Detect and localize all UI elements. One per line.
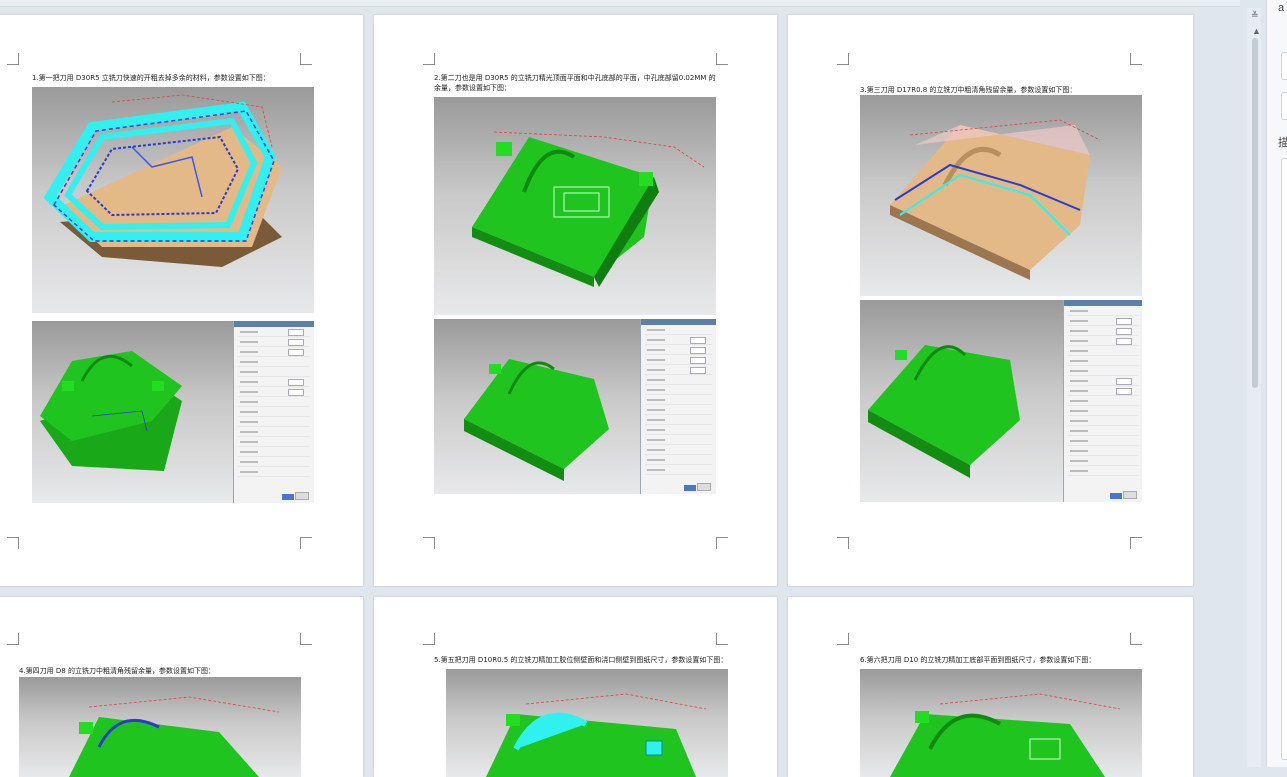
parameter-screenshot[interactable] (434, 319, 716, 494)
page-caption: 5.第五把刀用 D10R0.5 的立铣刀精加工胶位侧壁面和浇口侧壁到图纸尺寸，参… (434, 656, 728, 664)
crop-mark (300, 537, 312, 549)
crop-mark (7, 53, 19, 65)
crop-mark (423, 537, 435, 549)
right-panel-char: 描 (1278, 137, 1287, 149)
document-page-6: 6.第六把刀用 D10 的立铣刀精加工底部平面到图纸尺寸，参数设置如下图： (788, 597, 1193, 777)
finishing-toolpath-image (472, 131, 705, 287)
crop-mark (7, 537, 19, 549)
document-page-3: 3.第三刀用 D17R0.8 的立铣刀中粗清角残留余量，参数设置如下图： (788, 15, 1193, 586)
crop-mark (423, 53, 435, 65)
scrollbar-thumb[interactable] (1252, 38, 1258, 388)
cancel-button[interactable] (697, 483, 711, 491)
page-caption: 4.第四刀用 D8 的立铣刀中粗清角残留余量，参数设置如下图： (19, 667, 215, 675)
crop-mark (837, 53, 849, 65)
crop-mark (716, 53, 728, 65)
toolpath-screenshot[interactable] (860, 95, 1142, 296)
right-panel-input[interactable] (1281, 52, 1287, 80)
crop-mark (1130, 537, 1142, 549)
document-page-5: 5.第五把刀用 D10R0.5 的立铣刀精加工胶位侧壁面和浇口侧壁到图纸尺寸，参… (374, 597, 777, 777)
crop-mark (837, 633, 849, 645)
ok-button[interactable] (1110, 493, 1122, 499)
toolpath-screenshot[interactable] (446, 669, 728, 777)
crop-mark (716, 633, 728, 645)
green-part-image (464, 359, 609, 481)
roughing-toolpath-image (43, 94, 282, 267)
dialog-titlebar (234, 321, 314, 327)
green-part-image (868, 345, 1020, 478)
green-part-image (69, 696, 280, 777)
ok-button[interactable] (282, 494, 294, 500)
dialog-titlebar (1064, 300, 1142, 306)
scroll-up-icon[interactable]: ▲ (1252, 26, 1261, 36)
green-part-image (40, 351, 182, 471)
top-edge (0, 0, 1240, 7)
right-panel-input[interactable] (1281, 92, 1287, 120)
dialog-titlebar (641, 319, 716, 325)
rest-milling-toolpath-image (890, 119, 1101, 280)
operation-dialog[interactable] (1063, 300, 1142, 502)
cancel-button[interactable] (1123, 491, 1137, 499)
toolpath-screenshot[interactable] (434, 97, 716, 315)
toolpath-screenshot[interactable] (860, 669, 1142, 777)
scroll-top-icon[interactable]: ≚ (1251, 10, 1259, 21)
toolpath-screenshot[interactable] (32, 87, 314, 313)
document-page-2: 2.第二刀也是用 D30R5 的立铣刀精光顶面平面和中孔底部的平面，中孔底部留0… (374, 15, 777, 586)
floor-finish-toolpath-image (890, 693, 1121, 777)
operation-dialog[interactable] (233, 321, 314, 503)
page-caption: 2.第二刀也是用 D30R5 的立铣刀精光顶面平面和中孔底部的平面，中孔底部留0… (434, 74, 716, 92)
crop-mark (837, 537, 849, 549)
page-caption: 1.第一把刀用 D30R5 立铣刀快速的开粗去掉多余的材料，参数设置如下图： (32, 74, 270, 82)
crop-mark (1130, 633, 1142, 645)
document-page-4: 4.第四刀用 D8 的立铣刀中粗清角残留余量，参数设置如下图： (0, 597, 363, 777)
crop-mark (1130, 53, 1142, 65)
crop-mark (423, 633, 435, 645)
toolpath-screenshot[interactable] (19, 677, 301, 777)
ok-button[interactable] (684, 485, 696, 491)
page-caption: 3.第三刀用 D17R0.8 的立铣刀中粗清角残留余量，参数设置如下图： (860, 86, 1077, 94)
page-caption: 6.第六把刀用 D10 的立铣刀精加工底部平面到图纸尺寸，参数设置如下图： (860, 656, 1096, 664)
crop-mark (7, 633, 19, 645)
right-panel-char: a (1278, 2, 1285, 14)
cancel-button[interactable] (295, 492, 309, 500)
crop-mark (716, 537, 728, 549)
operation-dialog[interactable] (640, 319, 716, 494)
parameter-screenshot[interactable] (860, 300, 1142, 502)
crop-mark (300, 633, 312, 645)
side-finish-toolpath-image (486, 693, 707, 777)
parameter-screenshot[interactable] (32, 321, 314, 503)
right-panel-area[interactable] (1281, 158, 1287, 760)
crop-mark (300, 53, 312, 65)
document-page-1: 1.第一把刀用 D30R5 立铣刀快速的开粗去掉多余的材料，参数设置如下图： (0, 15, 363, 586)
